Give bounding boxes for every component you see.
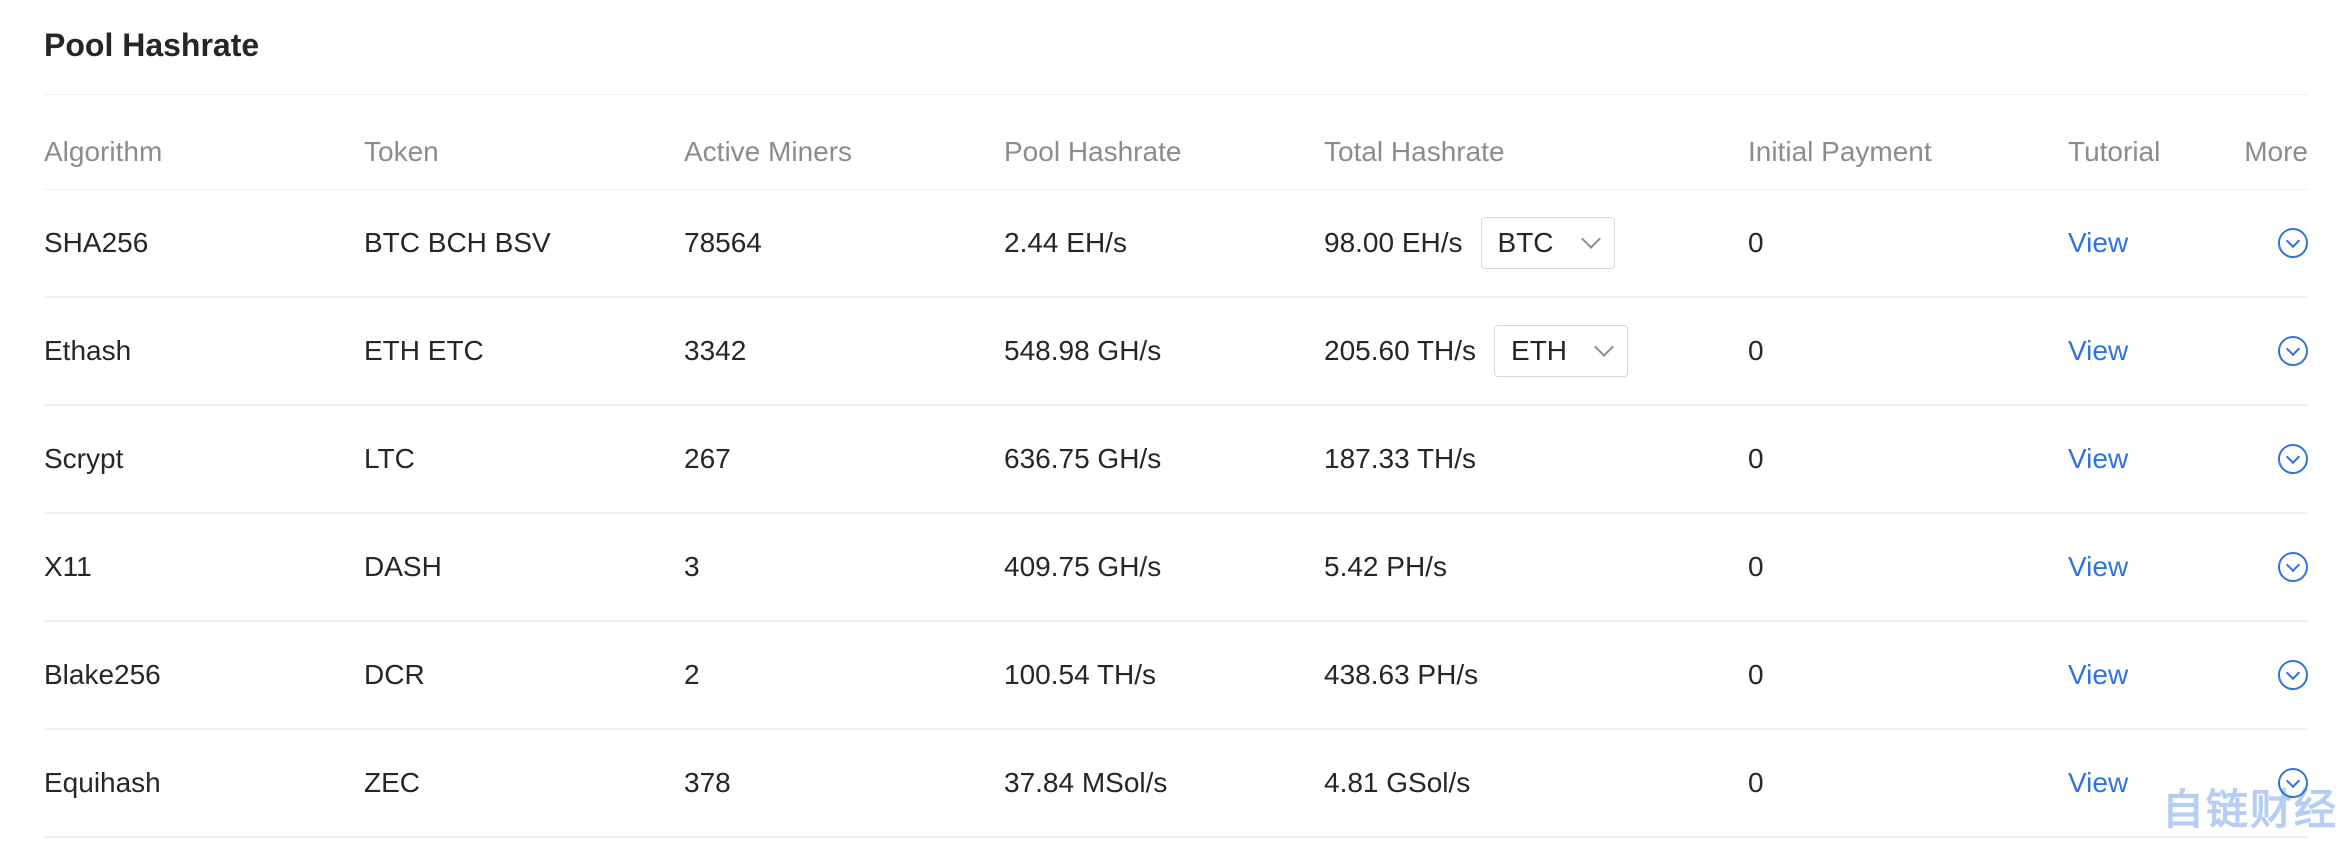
hashrate-table: Algorithm Token Active Miners Pool Hashr… [44, 114, 2308, 838]
column-header-tutorial: Tutorial [2068, 135, 2161, 167]
view-tutorial-link[interactable]: View [2068, 659, 2128, 691]
tutorial-cell: View [2068, 298, 2128, 404]
token-cell: ETH ETC [364, 335, 484, 366]
chevron-down-circle-icon[interactable] [2278, 228, 2308, 258]
total-hashrate-cell: 4.81 GSol/s [1324, 767, 1471, 798]
initial-payment-cell: 0 [1748, 551, 1764, 582]
column-header-active-miners: Active Miners [684, 135, 853, 167]
more-cell [2278, 514, 2308, 620]
coin-select[interactable]: ETH [1494, 325, 1629, 377]
token-cell: DCR [364, 659, 425, 690]
coin-select-value: BTC [1497, 227, 1554, 258]
more-cell [2278, 190, 2308, 296]
token-cell: ZEC [364, 767, 420, 798]
table-row: Scrypt LTC 267 636.75 GH/s 187.33 TH/s 0… [44, 406, 2308, 514]
tutorial-cell: View [2068, 190, 2128, 296]
more-cell [2278, 298, 2308, 404]
table-row: SHA256 BTC BCH BSV 78564 2.44 EH/s 98.00… [44, 190, 2308, 298]
tutorial-cell: View [2068, 406, 2128, 512]
chevron-down-circle-icon[interactable] [2278, 336, 2308, 366]
column-header-token: Token [364, 135, 439, 167]
chevron-down-circle-icon[interactable] [2278, 552, 2308, 582]
initial-payment-cell: 0 [1748, 767, 1764, 798]
chevron-down-icon [1580, 229, 1601, 249]
table-row: Ethash ETH ETC 3342 548.98 GH/s 205.60 T… [44, 298, 2308, 406]
chevron-down-icon [1594, 337, 1614, 357]
initial-payment-cell: 0 [1748, 443, 1764, 474]
column-header-more: More [2244, 135, 2308, 167]
table-header-row: Algorithm Token Active Miners Pool Hashr… [44, 114, 2308, 190]
more-cell [2278, 406, 2308, 512]
pool-hashrate-cell: 548.98 GH/s [1004, 335, 1162, 366]
token-cell: DASH [364, 551, 442, 582]
column-header-total-hashrate: Total Hashrate [1324, 135, 1505, 167]
algorithm-cell: Equihash [44, 767, 161, 798]
watermark: 自链财经 [2162, 785, 2339, 834]
coin-select-value: ETH [1511, 335, 1568, 366]
tutorial-cell: View [2068, 730, 2128, 836]
chevron-down-circle-icon[interactable] [2278, 444, 2308, 474]
column-header-pool-hashrate: Pool Hashrate [1004, 135, 1182, 167]
active-miners-cell: 2 [684, 659, 700, 690]
table-row: Blake256 DCR 2 100.54 TH/s 438.63 PH/s 0… [44, 622, 2308, 730]
total-hashrate-cell: 205.60 TH/s ETH [1324, 298, 1629, 404]
active-miners-cell: 378 [684, 767, 731, 798]
algorithm-cell: X11 [44, 551, 92, 582]
initial-payment-cell: 0 [1748, 227, 1764, 258]
view-tutorial-link[interactable]: View [2068, 335, 2128, 367]
token-cell: LTC [364, 443, 415, 474]
total-hashrate-cell: 5.42 PH/s [1324, 551, 1447, 582]
table-row: X11 DASH 3 409.75 GH/s 5.42 PH/s 0 View [44, 514, 2308, 622]
view-tutorial-link[interactable]: View [2068, 551, 2128, 583]
view-tutorial-link[interactable]: View [2068, 227, 2128, 259]
pool-hashrate-cell: 2.44 EH/s [1004, 227, 1127, 258]
column-header-initial-payment: Initial Payment [1748, 135, 1932, 167]
algorithm-cell: Blake256 [44, 659, 161, 690]
title-divider [44, 94, 2308, 95]
column-header-algorithm: Algorithm [44, 135, 163, 167]
total-hashrate-value: 98.00 EH/s [1324, 227, 1463, 258]
view-tutorial-link[interactable]: View [2068, 443, 2128, 475]
token-cell: BTC BCH BSV [364, 227, 551, 258]
pool-hashrate-cell: 636.75 GH/s [1004, 443, 1162, 474]
algorithm-cell: SHA256 [44, 227, 149, 258]
algorithm-cell: Ethash [44, 335, 132, 366]
coin-select[interactable]: BTC [1480, 217, 1615, 269]
algorithm-cell: Scrypt [44, 443, 124, 474]
pool-hashrate-cell: 409.75 GH/s [1004, 551, 1162, 582]
active-miners-cell: 3342 [684, 335, 747, 366]
total-hashrate-cell: 438.63 PH/s [1324, 659, 1479, 690]
total-hashrate-value: 205.60 TH/s [1324, 335, 1477, 366]
tutorial-cell: View [2068, 514, 2128, 620]
total-hashrate-cell: 187.33 TH/s [1324, 443, 1477, 474]
tutorial-cell: View [2068, 622, 2128, 728]
active-miners-cell: 78564 [684, 227, 762, 258]
view-tutorial-link[interactable]: View [2068, 767, 2128, 799]
initial-payment-cell: 0 [1748, 659, 1764, 690]
table-row: Equihash ZEC 378 37.84 MSol/s 4.81 GSol/… [44, 730, 2308, 838]
active-miners-cell: 3 [684, 551, 700, 582]
more-cell [2278, 622, 2308, 728]
panel-title: Pool Hashrate [44, 27, 260, 63]
active-miners-cell: 267 [684, 443, 731, 474]
pool-hashrate-cell: 37.84 MSol/s [1004, 767, 1168, 798]
chevron-down-circle-icon[interactable] [2278, 660, 2308, 690]
total-hashrate-cell: 98.00 EH/s BTC [1324, 190, 1615, 296]
pool-hashrate-cell: 100.54 TH/s [1004, 659, 1157, 690]
initial-payment-cell: 0 [1748, 335, 1764, 366]
